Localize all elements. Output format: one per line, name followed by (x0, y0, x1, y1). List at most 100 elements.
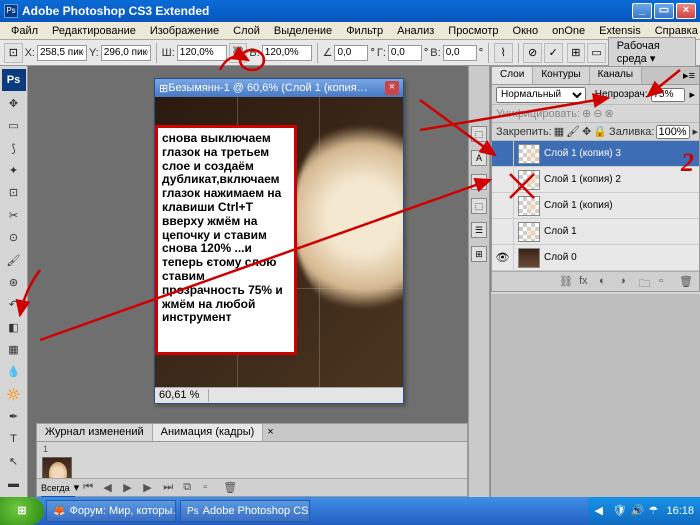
visibility-toggle[interactable] (492, 193, 514, 218)
visibility-toggle[interactable] (492, 219, 514, 244)
commit-transform-icon[interactable]: ✓ (544, 43, 563, 63)
chevron-down-icon[interactable]: ▸ (689, 88, 695, 101)
delete-frame-icon[interactable]: 🗑 (223, 481, 239, 495)
panel-icon-2[interactable]: A (471, 150, 487, 166)
trash-icon[interactable]: 🗑 (679, 275, 693, 289)
tab-animation[interactable]: Анимация (кадры) (153, 424, 264, 441)
panel-icon-5[interactable]: ☰ (471, 222, 487, 238)
layer-row[interactable]: Слой 1 (копия) (492, 193, 699, 219)
visibility-toggle[interactable] (492, 167, 514, 192)
workspace-button[interactable]: Рабочая среда ▾ (608, 37, 696, 68)
menu-layer[interactable]: Слой (226, 23, 267, 39)
screen-mode-icon[interactable]: ▭ (587, 43, 606, 63)
eraser-tool[interactable]: ◧ (2, 317, 26, 337)
layer-row[interactable]: 👁 Слой 0 (492, 245, 699, 271)
shape-tool[interactable]: ▬ (2, 474, 26, 494)
menu-select[interactable]: Выделение (267, 23, 339, 39)
angle-input[interactable] (334, 45, 368, 61)
start-button[interactable]: ⊞ (0, 497, 44, 525)
lasso-tool[interactable]: ⟆ (2, 138, 26, 158)
last-frame-icon[interactable]: ⏭ (163, 481, 179, 495)
y-input[interactable] (101, 45, 151, 61)
lock-trans-icon[interactable]: ▦ (554, 125, 564, 138)
minimize-button[interactable]: _ (632, 3, 652, 19)
prev-frame-icon[interactable]: ◀ (103, 481, 119, 495)
slice-tool[interactable]: ✂ (2, 205, 26, 225)
close-button[interactable]: × (676, 3, 696, 19)
panel-icon-3[interactable]: ¶ (471, 174, 487, 190)
clock[interactable]: 16:18 (666, 505, 694, 517)
unify-icon-2[interactable]: ⊖ (593, 107, 602, 120)
menu-analysis[interactable]: Анализ (390, 23, 441, 39)
menu-onone[interactable]: onOne (545, 23, 592, 39)
path-tool[interactable]: ↖ (2, 451, 26, 471)
layer-name[interactable]: Слой 1 (копия) 2 (544, 174, 699, 185)
tab-close-icon[interactable]: × (263, 424, 277, 441)
heal-tool[interactable]: ⊙ (2, 227, 26, 247)
document-canvas[interactable]: снова выключаем глазок на третьем слое и… (155, 97, 403, 387)
zoom-value[interactable]: 60,61 % (159, 389, 209, 402)
menu-file[interactable]: Файл (4, 23, 45, 39)
menu-view[interactable]: Просмотр (441, 23, 505, 39)
menu-filter[interactable]: Фильтр (339, 23, 390, 39)
panel-icon-1[interactable]: ⬚ (471, 126, 487, 142)
maximize-button[interactable]: ▭ (654, 3, 674, 19)
blur-tool[interactable]: 💧 (2, 362, 26, 382)
chevron-down-icon[interactable]: ▸ (692, 125, 698, 138)
menu-window[interactable]: Окно (506, 23, 546, 39)
new-layer-icon[interactable]: ▫ (659, 275, 673, 289)
link-icon[interactable]: ⛓ (229, 43, 248, 63)
go-bridge-icon[interactable]: ⊞ (567, 43, 586, 63)
tray-icon[interactable]: 🔊 (630, 504, 644, 518)
lock-move-icon[interactable]: ✥ (582, 125, 591, 138)
panel-icon-4[interactable]: ⬚ (471, 198, 487, 214)
brush-tool[interactable]: 🖌 (2, 250, 26, 270)
layer-row[interactable]: Слой 1 (копия) 3 (492, 141, 699, 167)
tray-icon[interactable]: ☂ (648, 504, 662, 518)
opacity-input[interactable] (651, 88, 685, 102)
menu-edit[interactable]: Редактирование (45, 23, 143, 39)
marquee-tool[interactable]: ▭ (2, 116, 26, 136)
first-frame-icon[interactable]: ⏮ (83, 481, 99, 495)
fx-icon[interactable]: fx (579, 275, 593, 289)
tab-channels[interactable]: Каналы (590, 67, 643, 84)
history-brush-tool[interactable]: ↶ (2, 295, 26, 315)
lock-all-icon[interactable]: 🔒 (593, 125, 607, 138)
w-input[interactable] (177, 45, 227, 61)
stamp-tool[interactable]: ⊛ (2, 272, 26, 292)
cancel-transform-icon[interactable]: ⊘ (523, 43, 542, 63)
move-tool[interactable]: ✥ (2, 93, 26, 113)
blend-mode-select[interactable]: Нормальный (496, 87, 586, 103)
link-layers-icon[interactable]: ⛓ (559, 275, 573, 289)
panel-menu-icon[interactable]: ▸≡ (679, 67, 699, 84)
layer-row[interactable]: Слой 1 (копия) 2 (492, 167, 699, 193)
gradient-tool[interactable]: ▦ (2, 339, 26, 359)
type-tool[interactable]: T (2, 429, 26, 449)
tab-paths[interactable]: Контуры (533, 67, 589, 84)
chevron-down-icon[interactable]: ▾ (74, 481, 80, 494)
transform-ref-icon[interactable]: ⊡ (4, 43, 23, 63)
tab-layers[interactable]: Слои (492, 67, 533, 84)
unify-icon-3[interactable]: ⊗ (604, 107, 613, 120)
doc-close-icon[interactable]: × (385, 81, 399, 95)
fill-input[interactable] (656, 125, 690, 139)
pen-tool[interactable]: ✒ (2, 406, 26, 426)
layer-row[interactable]: Слой 1 (492, 219, 699, 245)
play-icon[interactable]: ▶ (123, 481, 139, 495)
taskbar-item[interactable]: 🦊 Форум: Мир, которы… (46, 500, 176, 522)
hskew-input[interactable] (388, 45, 422, 61)
layer-name[interactable]: Слой 0 (544, 252, 699, 263)
tween-icon[interactable]: ⧉ (183, 481, 199, 495)
layer-thumb[interactable] (518, 248, 540, 268)
wand-tool[interactable]: ✦ (2, 160, 26, 180)
lock-paint-icon[interactable]: 🖌 (566, 125, 580, 138)
crop-tool[interactable]: ⊡ (2, 183, 26, 203)
group-icon[interactable]: 🗀 (639, 275, 653, 289)
layer-thumb[interactable] (518, 196, 540, 216)
document-titlebar[interactable]: ⊞ Безымянн-1 @ 60,6% (Слой 1 (копия… × (155, 79, 403, 97)
visibility-toggle[interactable] (492, 141, 514, 166)
next-frame-icon[interactable]: ▶ (143, 481, 159, 495)
taskbar-item[interactable]: Ps Adobe Photoshop CS… (180, 500, 310, 522)
layer-thumb[interactable] (518, 222, 540, 242)
adjustment-icon[interactable]: ◑ (619, 275, 633, 289)
